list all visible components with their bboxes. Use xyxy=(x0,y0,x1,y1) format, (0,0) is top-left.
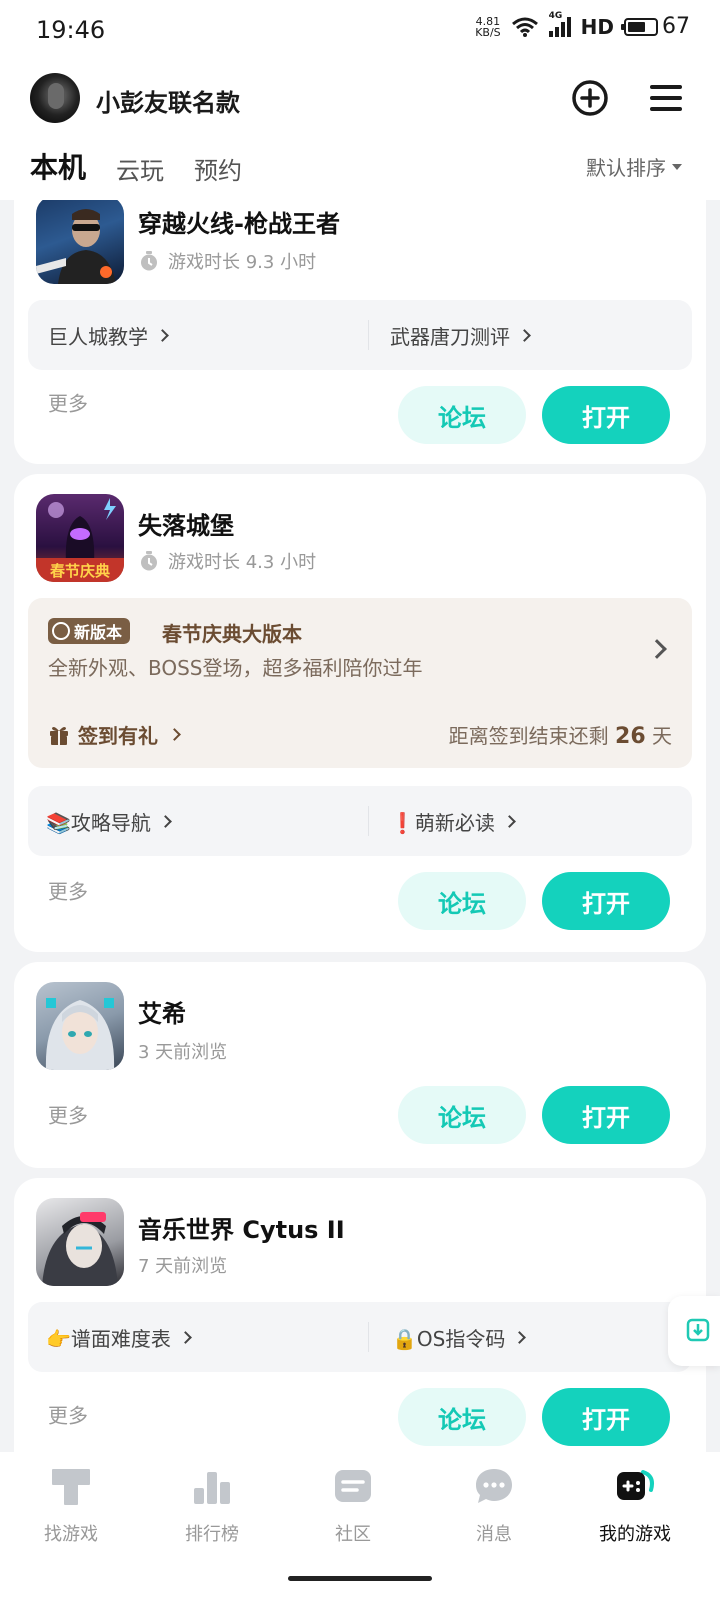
forum-button[interactable]: 论坛 xyxy=(398,1388,526,1446)
game-card: 音乐世界 Cytus II 7 天前浏览 👉谱面难度表 🔒OS指令码 更多 论坛… xyxy=(14,1178,706,1452)
cytus-character-icon xyxy=(42,1212,118,1286)
soldier-icon xyxy=(36,209,116,284)
event-banner[interactable]: 新版本 春节庆典大版本 全新外观、BOSS登场，超多福利陪你过年 签到有礼 距离… xyxy=(28,598,692,768)
game-name[interactable]: 音乐世界 Cytus II xyxy=(138,1210,345,1245)
game-name[interactable]: 失落城堡 xyxy=(138,506,234,541)
game-card: 艾希 3 天前浏览 更多 论坛 打开 xyxy=(14,962,706,1168)
quick-links: 巨人城教学 武器唐刀测评 xyxy=(28,300,692,370)
stopwatch-icon xyxy=(141,551,157,571)
more-button[interactable]: 更多 xyxy=(48,876,88,905)
tab-bar: 本机 云玩 预约 xyxy=(30,146,242,188)
sign-in-countdown: 距离签到结束还剩 26 天 xyxy=(448,724,672,749)
chevron-right-icon xyxy=(168,728,181,741)
stopwatch-icon xyxy=(141,251,157,271)
status-bar: 19:46 4.81 KB/S 4G HD 67 xyxy=(0,0,720,64)
refresh-icon xyxy=(52,622,70,640)
cell-signal-icon: 4G xyxy=(548,11,571,37)
game-icon-icey[interactable] xyxy=(36,982,124,1070)
sort-dropdown[interactable]: 默认排序 xyxy=(586,152,682,181)
nav-messages[interactable]: 消息 xyxy=(434,1466,554,1546)
username[interactable]: 小彭友联名款 xyxy=(96,83,240,118)
game-icon-cf[interactable] xyxy=(36,200,124,284)
sign-in-reward-link[interactable]: 签到有礼 xyxy=(48,720,181,749)
hd-indicator: HD xyxy=(580,14,614,39)
tab-reservation[interactable]: 预约 xyxy=(194,151,242,186)
game-card: 穿越火线-枪战王者 游戏时长 9.3 小时 巨人城教学 武器唐刀测评 更多 论坛… xyxy=(14,200,706,464)
quick-link[interactable]: ❗萌新必读 xyxy=(390,807,516,836)
game-name[interactable]: 艾希 xyxy=(138,994,186,1029)
game-card: 春节庆典 失落城堡 游戏时长 4.3 小时 新版本 春节庆典大版本 全新外观、B… xyxy=(14,474,706,952)
plus-circle-icon[interactable] xyxy=(570,78,610,118)
app-header: 小彭友联名款 本机 云玩 预约 默认排序 xyxy=(0,64,720,200)
tab-cloud-play[interactable]: 云玩 xyxy=(116,151,164,186)
network-speed: 4.81 KB/S xyxy=(475,14,501,39)
community-icon xyxy=(335,1470,371,1502)
new-version-tag: 新版本 xyxy=(48,618,131,644)
game-list[interactable]: 穿越火线-枪战王者 游戏时长 9.3 小时 巨人城教学 武器唐刀测评 更多 论坛… xyxy=(0,200,720,1452)
chevron-right-icon xyxy=(159,814,172,828)
floating-download-tab[interactable] xyxy=(668,1296,720,1366)
last-viewed: 3 天前浏览 xyxy=(138,1042,228,1063)
quick-links: 👉谱面难度表 🔒OS指令码 xyxy=(28,1302,692,1372)
chevron-right-icon xyxy=(518,328,531,342)
quick-links: 📚攻略导航 ❗萌新必读 xyxy=(28,786,692,856)
caret-down-icon xyxy=(672,163,682,170)
forum-button[interactable]: 论坛 xyxy=(398,872,526,930)
gift-icon xyxy=(50,726,68,745)
status-time: 19:46 xyxy=(36,16,106,44)
quick-link[interactable]: 👉谱面难度表 xyxy=(46,1323,192,1352)
chevron-right-icon[interactable] xyxy=(647,639,667,659)
avatar[interactable] xyxy=(30,73,80,123)
nav-ranking[interactable]: 排行榜 xyxy=(152,1466,272,1546)
nav-my-games[interactable]: 我的游戏 xyxy=(575,1466,695,1546)
message-icon xyxy=(476,1469,512,1503)
hamburger-menu-icon[interactable] xyxy=(646,78,686,118)
download-icon xyxy=(686,1318,710,1342)
battery-icon xyxy=(621,17,658,36)
chevron-right-icon xyxy=(156,328,169,342)
chevron-right-icon xyxy=(513,1330,527,1344)
wifi-icon xyxy=(511,17,538,37)
forum-button[interactable]: 论坛 xyxy=(398,1086,526,1144)
more-button[interactable]: 更多 xyxy=(48,1100,88,1129)
gamepad-icon xyxy=(617,1470,654,1500)
chevron-right-icon xyxy=(179,1330,192,1344)
game-name[interactable]: 穿越火线-枪战王者 xyxy=(138,204,340,239)
play-time: 游戏时长 9.3 小时 xyxy=(138,248,316,274)
open-button[interactable]: 打开 xyxy=(542,1388,670,1446)
battery-percent: 67 xyxy=(662,14,690,39)
quick-link[interactable]: 📚攻略导航 xyxy=(46,807,172,836)
nav-find-game[interactable]: 找游戏 xyxy=(11,1466,131,1546)
more-button[interactable]: 更多 xyxy=(48,1400,88,1429)
quick-link[interactable]: 🔒OS指令码 xyxy=(392,1323,527,1352)
event-title: 春节庆典大版本 xyxy=(162,622,302,646)
status-icons: 4.81 KB/S 4G HD 67 xyxy=(475,11,690,40)
find-game-icon xyxy=(52,1469,90,1505)
forum-button[interactable]: 论坛 xyxy=(398,386,526,444)
play-time: 游戏时长 4.3 小时 xyxy=(138,548,316,574)
game-icon-lost-castle[interactable]: 春节庆典 xyxy=(36,494,124,582)
icon-caption: 春节庆典 xyxy=(50,562,110,580)
battery-indicator: 67 xyxy=(621,14,690,39)
more-button[interactable]: 更多 xyxy=(48,388,88,417)
anime-girl-icon xyxy=(45,998,115,1070)
nav-community[interactable]: 社区 xyxy=(293,1466,413,1546)
sort-label: 默认排序 xyxy=(586,156,666,180)
game-icon-cytus[interactable] xyxy=(36,1198,124,1286)
castle-knight-icon: 春节庆典 xyxy=(36,498,124,582)
open-button[interactable]: 打开 xyxy=(542,872,670,930)
open-button[interactable]: 打开 xyxy=(542,386,670,444)
ranking-icon xyxy=(194,1472,230,1504)
tab-local[interactable]: 本机 xyxy=(30,146,91,188)
quick-link[interactable]: 巨人城教学 xyxy=(48,321,169,350)
quick-link[interactable]: 武器唐刀测评 xyxy=(390,321,531,350)
home-indicator[interactable] xyxy=(288,1576,432,1581)
event-description: 全新外观、BOSS登场，超多福利陪你过年 xyxy=(48,656,423,680)
last-viewed: 7 天前浏览 xyxy=(138,1256,228,1277)
chevron-right-icon xyxy=(503,814,516,828)
open-button[interactable]: 打开 xyxy=(542,1086,670,1144)
